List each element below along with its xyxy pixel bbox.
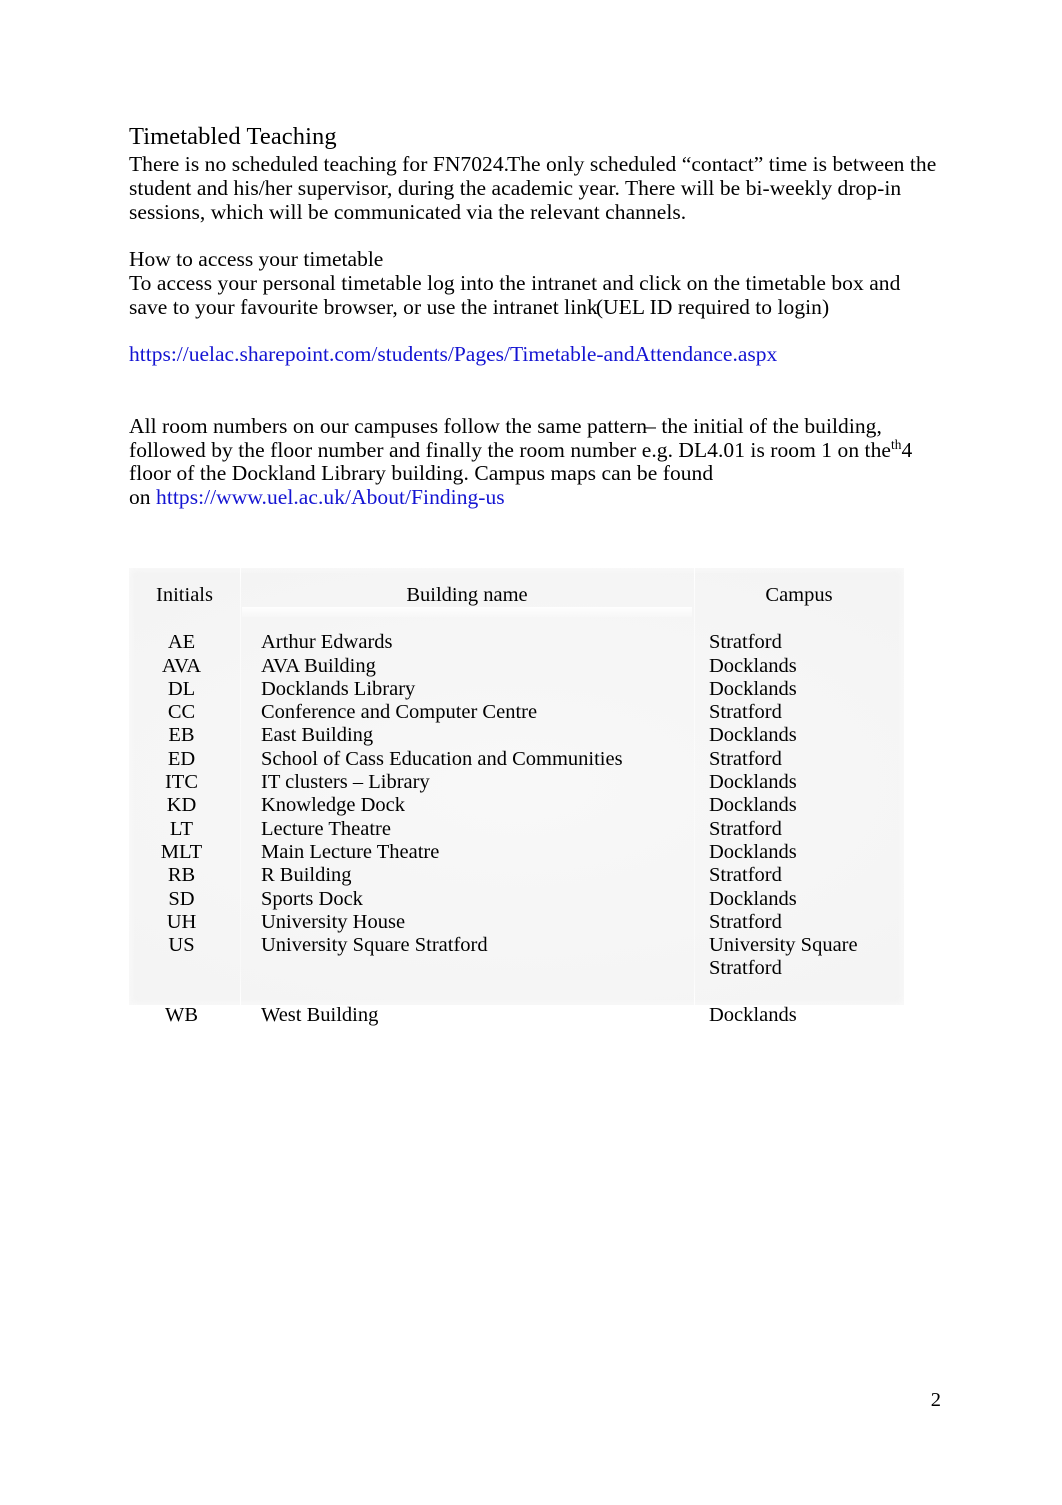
- page-title: Timetabled Teaching: [129, 123, 337, 150]
- building-codes-table: Initials Building name Campus AE Arthur E…: [129, 568, 904, 1027]
- table-row-spacer: [129, 981, 904, 1004]
- table-row: AVA AVA Building Docklands: [129, 655, 904, 678]
- table-row: UH University House Stratford: [129, 911, 904, 934]
- table-row: DL Docklands Library Docklands: [129, 678, 904, 701]
- cell-building-name: IT clusters – Library: [261, 771, 430, 794]
- table-body: AE Arthur Edwards Stratford AVA AVA Building…: [129, 631, 904, 1027]
- building-codes-table-panel: Initials Building name Campus AE Arthur E…: [129, 568, 904, 1026]
- cell-initials: CC: [167, 701, 196, 724]
- cell-campus: Docklands: [709, 724, 797, 747]
- link-spacer-top: [129, 320, 941, 344]
- rooms-spacer: [129, 391, 941, 415]
- cell-building-name: AVA Building: [261, 654, 376, 677]
- ordinal-suffix: th: [890, 436, 902, 452]
- cell-building-name: Arthur Edwards: [261, 631, 393, 654]
- table-header-row: Initials Building name Campus: [129, 568, 904, 631]
- table-row: ED School of Cass Education and Communiti…: [129, 748, 904, 771]
- table-row: MLT Main Lecture Theatre Docklands: [129, 841, 904, 864]
- rooms-text-part-1: All room numbers on our campuses follow …: [129, 413, 648, 438]
- cell-building-name: Main Lecture Theatre: [261, 840, 440, 863]
- cell-building-name: Sports Dock: [261, 887, 363, 910]
- cell-campus: Stratford: [709, 910, 782, 933]
- cell-initials: MLT: [160, 840, 203, 863]
- cell-campus: Stratford: [709, 747, 782, 770]
- column-header-campus: Campus: [765, 584, 833, 606]
- column-header-building-name-label: Building name: [406, 584, 528, 606]
- cell-building-name: R Building: [261, 864, 352, 887]
- cell-campus: Stratford: [709, 701, 782, 724]
- cell-initials: US: [168, 934, 195, 957]
- timetable-link[interactable]: https://uelac.sharepoint.com/students/Pa…: [129, 342, 777, 366]
- cell-building-name: Knowledge Dock: [261, 794, 406, 817]
- cell-campus: Stratford: [709, 631, 782, 654]
- cell-campus: University Square Stratford: [709, 934, 858, 980]
- rooms-text-part-3: floor of the Dockland Library building. …: [129, 461, 714, 486]
- cell-building-name: West Building: [261, 1004, 379, 1027]
- cell-campus: Docklands: [709, 794, 797, 817]
- cell-initials: ITC: [164, 771, 199, 794]
- cell-building-name: East Building: [261, 724, 374, 747]
- cell-building-name: Docklands Library: [261, 677, 416, 700]
- cell-building-name: School of Cass Education and Communities: [261, 747, 623, 770]
- cell-campus: Stratford: [709, 864, 782, 887]
- table-row: KD Knowledge Dock Docklands: [129, 794, 904, 817]
- cell-initials-empty: [129, 981, 240, 1004]
- cell-campus: Docklands: [709, 677, 797, 700]
- campus-maps-link[interactable]: https://www.uel.ac.uk/About/Finding-us: [156, 485, 505, 509]
- cell-initials: KD: [166, 794, 197, 817]
- table-row: US University Square Stratford University …: [129, 934, 904, 981]
- column-header-building-name: Building name: [240, 568, 694, 631]
- en-dash: –: [645, 413, 656, 438]
- column-header-initials: Initials: [156, 584, 213, 606]
- table-row: RB R Building Stratford: [129, 864, 904, 887]
- cell-initials: ED: [167, 747, 196, 770]
- cell-building-empty: [240, 981, 694, 1004]
- ordinal-number: 4: [901, 437, 913, 462]
- intro-sentence-1: There is no scheduled teaching for FN702…: [129, 152, 510, 176]
- page-number: 2: [930, 1389, 941, 1411]
- document-body: Timetabled Teaching There is no schedule…: [129, 122, 941, 510]
- cell-initials: AE: [167, 631, 196, 654]
- cell-campus-empty: [694, 981, 904, 1004]
- cell-campus: Docklands: [709, 887, 797, 910]
- table-row: ITC IT clusters – Library Docklands: [129, 771, 904, 794]
- cell-building-name: University Square Stratford: [261, 934, 488, 957]
- uel-id-note: (UEL ID required to login): [595, 294, 830, 319]
- access-heading: How to access your timetable: [129, 247, 384, 272]
- cell-campus: Docklands: [709, 654, 797, 677]
- table-row: WB West Building Docklands: [129, 1004, 904, 1027]
- table-row: LT Lecture Theatre Stratford: [129, 818, 904, 841]
- cell-campus: Docklands: [709, 1004, 797, 1027]
- link-spacer-bottom: [129, 367, 941, 391]
- cell-initials: RB: [167, 864, 196, 887]
- cell-initials: LT: [169, 817, 194, 840]
- table-row: AE Arthur Edwards Stratford: [129, 631, 904, 654]
- table-row: SD Sports Dock Docklands: [129, 888, 904, 911]
- document-page: Timetabled Teaching There is no schedule…: [0, 0, 1062, 1505]
- header-underline: [242, 607, 692, 618]
- cell-initials: DL: [167, 677, 196, 700]
- cell-initials: EB: [168, 724, 195, 747]
- timetable-link-row: https://uelac.sharepoint.com/students/Pa…: [129, 342, 941, 367]
- table-row: EB East Building Docklands: [129, 724, 904, 747]
- cell-campus: Stratford: [709, 817, 782, 840]
- on-label: on: [129, 485, 151, 510]
- cell-campus: Docklands: [709, 840, 797, 863]
- cell-building-name: University House: [261, 910, 406, 933]
- cell-initials: UH: [166, 910, 197, 933]
- table-row: CC Conference and Computer Centre Stratfor…: [129, 701, 904, 724]
- cell-initials: AVA: [161, 654, 202, 677]
- access-paragraph: To access your personal timetable log in…: [129, 271, 941, 320]
- room-numbers-paragraph: All room numbers on our campuses follow …: [129, 413, 941, 510]
- cell-campus: Docklands: [709, 771, 797, 794]
- cell-building-name: Conference and Computer Centre: [261, 701, 538, 724]
- intro-paragraph: There is no scheduled teaching for FN702…: [129, 152, 941, 224]
- cell-building-name: Lecture Theatre: [261, 817, 391, 840]
- cell-initials: WB: [164, 1004, 199, 1027]
- cell-initials: SD: [168, 887, 195, 910]
